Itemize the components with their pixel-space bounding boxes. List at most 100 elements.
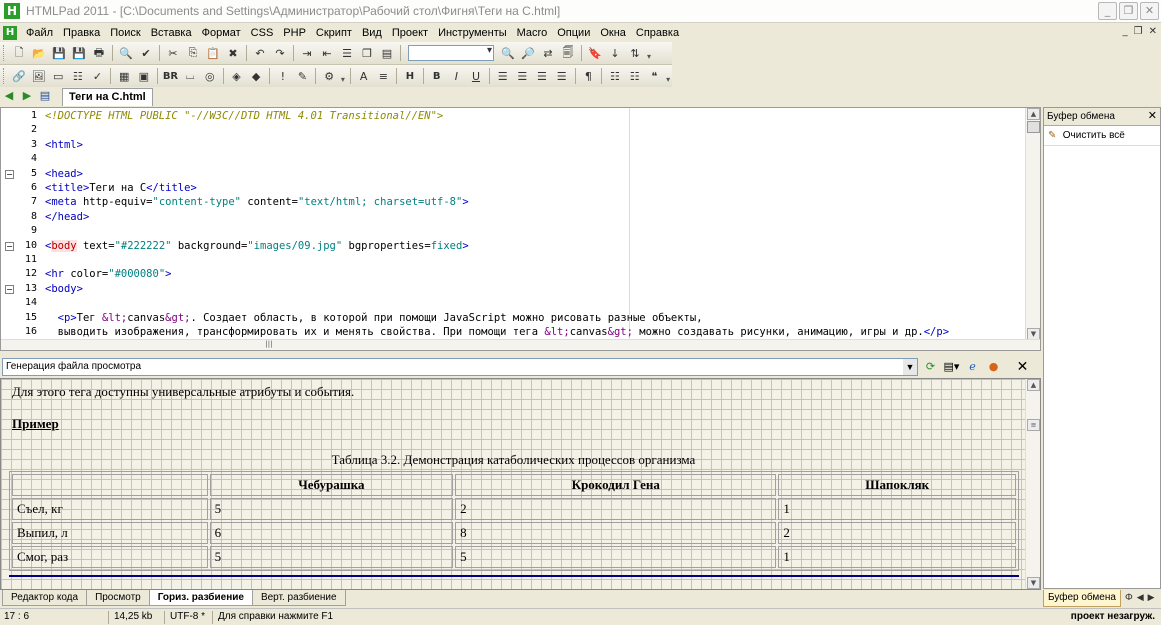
bold-button[interactable]: B: [427, 67, 447, 85]
menu-view[interactable]: Вид: [357, 27, 387, 39]
print-icon[interactable]: 🖶: [89, 44, 109, 62]
preview-icon[interactable]: 🔍: [116, 44, 136, 62]
open-folder-icon[interactable]: 📂: [29, 44, 49, 62]
panel-tabs-left-icon[interactable]: ◀: [1137, 593, 1144, 603]
link-icon[interactable]: 🔗: [9, 67, 29, 85]
number-list-icon[interactable]: ☷: [625, 67, 645, 85]
style-icon[interactable]: ◈: [227, 67, 247, 85]
code-editor[interactable]: 1 2 3 4 5−6 7 8 9 10−11 12 13−14 15 16 <!DOCTYPE HTM…: [0, 107, 1041, 351]
outdent-icon[interactable]: ⇤: [317, 44, 337, 62]
document-menu-icon[interactable]: H: [3, 25, 17, 40]
find-in-files-icon[interactable]: 🗐: [558, 44, 578, 62]
tab-code-editor[interactable]: Редактор кода: [2, 590, 88, 606]
code-line[interactable]: <body text="#222222" background="images/…: [45, 239, 469, 252]
browser-select-icon[interactable]: ▤▾: [943, 359, 960, 375]
code-line[interactable]: <meta http-equiv="content-type" content=…: [45, 196, 469, 208]
blockquote-icon[interactable]: ❝: [644, 67, 664, 85]
spell-icon[interactable]: ✓: [88, 67, 108, 85]
menu-insert[interactable]: Вставка: [146, 27, 197, 39]
forward-arrow-icon[interactable]: ▶: [18, 89, 36, 105]
scroll-thumb[interactable]: [1027, 121, 1040, 133]
scroll-up-arrow-icon[interactable]: ▲: [1027, 108, 1040, 120]
toolbar-grip[interactable]: [3, 68, 6, 84]
menu-tools[interactable]: Инструменты: [433, 27, 512, 39]
align-center-icon[interactable]: ☰: [512, 67, 532, 85]
fold-toggle-icon[interactable]: −: [5, 241, 14, 251]
toolbar-overflow-icon[interactable]: ▾: [645, 44, 653, 62]
code-line[interactable]: <html>: [45, 139, 83, 151]
tab-horizontal-split[interactable]: Гориз. разбиение: [148, 590, 253, 606]
refresh-icon[interactable]: ⟳: [922, 359, 939, 375]
code-line[interactable]: <!DOCTYPE HTML PUBLIC "-//W3C//DTD HTML …: [45, 110, 443, 122]
code-line[interactable]: выводить изображения, трансформировать и…: [45, 326, 949, 338]
document-tab[interactable]: Теги на C.html: [62, 88, 153, 106]
menu-options[interactable]: Опции: [552, 27, 595, 39]
scroll-down-arrow-icon[interactable]: ▼: [1027, 577, 1040, 589]
indent-icon[interactable]: ⇥: [297, 44, 317, 62]
scroll-thumb[interactable]: ≡: [1027, 419, 1040, 431]
fold-toggle-icon[interactable]: −: [5, 169, 14, 179]
marker-icon[interactable]: !: [273, 67, 293, 85]
code-line[interactable]: <p>Тег &lt;canvas&gt;. Создает область, …: [45, 312, 703, 324]
justify-icon[interactable]: ☰: [552, 67, 572, 85]
close-window-button[interactable]: ✕: [1140, 2, 1159, 20]
snippet-icon[interactable]: ⚙: [319, 67, 339, 85]
menu-project[interactable]: Проект: [387, 27, 433, 39]
back-arrow-icon[interactable]: ◀: [0, 89, 18, 105]
goto-line-icon[interactable]: ↓: [605, 44, 625, 62]
table-icon[interactable]: ▦: [114, 67, 134, 85]
nbsp-icon[interactable]: ⌴: [180, 67, 200, 85]
encoding[interactable]: UTF-8 *: [170, 611, 205, 622]
italic-button[interactable]: I: [446, 67, 466, 85]
save-icon[interactable]: 💾: [49, 44, 69, 62]
comment-icon[interactable]: ☰: [337, 44, 357, 62]
document-list-icon[interactable]: ▤: [36, 89, 54, 105]
menu-file[interactable]: Файл: [21, 27, 58, 39]
align-left-icon[interactable]: ☰: [493, 67, 513, 85]
menu-help[interactable]: Справка: [631, 27, 684, 39]
underline-button[interactable]: U: [466, 67, 486, 85]
preview-vertical-scrollbar[interactable]: ▲ ≡ ▼: [1025, 379, 1040, 589]
code-line[interactable]: <hr color="#000080">: [45, 268, 171, 280]
layout-icon[interactable]: ▤: [377, 44, 397, 62]
cut-icon[interactable]: ✂: [163, 44, 183, 62]
mdi-minimize-button[interactable]: _: [1123, 26, 1128, 37]
form-icon[interactable]: ▣: [134, 67, 154, 85]
minimize-button[interactable]: _: [1098, 2, 1117, 20]
color-icon[interactable]: ◆: [246, 67, 266, 85]
toggle-icon[interactable]: ⇅: [625, 44, 645, 62]
bullet-list-icon[interactable]: ☷: [605, 67, 625, 85]
code-line[interactable]: <title>Теги на C</title>: [45, 182, 197, 194]
pen-icon[interactable]: ✎: [293, 67, 313, 85]
tab-clipboard[interactable]: Буфер обмена: [1043, 589, 1121, 607]
font-icon[interactable]: A: [354, 67, 374, 85]
align-right-icon[interactable]: ☰: [532, 67, 552, 85]
toolbar-combo[interactable]: [408, 45, 494, 61]
chevron-down-icon[interactable]: ▼: [903, 359, 917, 375]
code-area[interactable]: <!DOCTYPE HTML PUBLIC "-//W3C//DTD HTML …: [41, 108, 1026, 340]
anchor-icon[interactable]: ◎: [200, 67, 220, 85]
panel-tabs-menu-icon[interactable]: Ф: [1125, 593, 1133, 603]
editor-horizontal-scrollbar[interactable]: |||: [1, 339, 1040, 350]
menu-php[interactable]: PHP: [278, 27, 311, 39]
copy-icon[interactable]: ⎘: [183, 44, 203, 62]
line-break-button[interactable]: BR: [161, 67, 181, 85]
new-file-icon[interactable]: 🗋: [9, 44, 29, 62]
find-icon[interactable]: 🔍: [498, 44, 518, 62]
editor-vertical-scrollbar[interactable]: ▲ ▼: [1025, 108, 1040, 340]
save-all-icon[interactable]: 💾: [69, 44, 89, 62]
list-icon[interactable]: ☷: [68, 67, 88, 85]
mdi-restore-button[interactable]: ❐: [1134, 26, 1143, 37]
fold-toggle-icon[interactable]: −: [5, 284, 14, 294]
code-line[interactable]: <body>: [45, 283, 83, 295]
delete-icon[interactable]: ✖: [223, 44, 243, 62]
window-icon[interactable]: ❐: [357, 44, 377, 62]
preview-generation-combo[interactable]: Генерация файла просмотра ▼: [2, 358, 918, 376]
image-icon[interactable]: 🖼: [29, 67, 49, 85]
internet-explorer-icon[interactable]: ℯ: [964, 359, 981, 375]
close-preview-icon[interactable]: ✕: [1014, 359, 1031, 375]
code-line[interactable]: <head>: [45, 168, 83, 180]
toolbar-overflow-icon[interactable]: ▾: [664, 67, 672, 85]
panel-tabs-right-icon[interactable]: ▶: [1148, 593, 1155, 603]
spellcheck-icon[interactable]: ✔: [136, 44, 156, 62]
